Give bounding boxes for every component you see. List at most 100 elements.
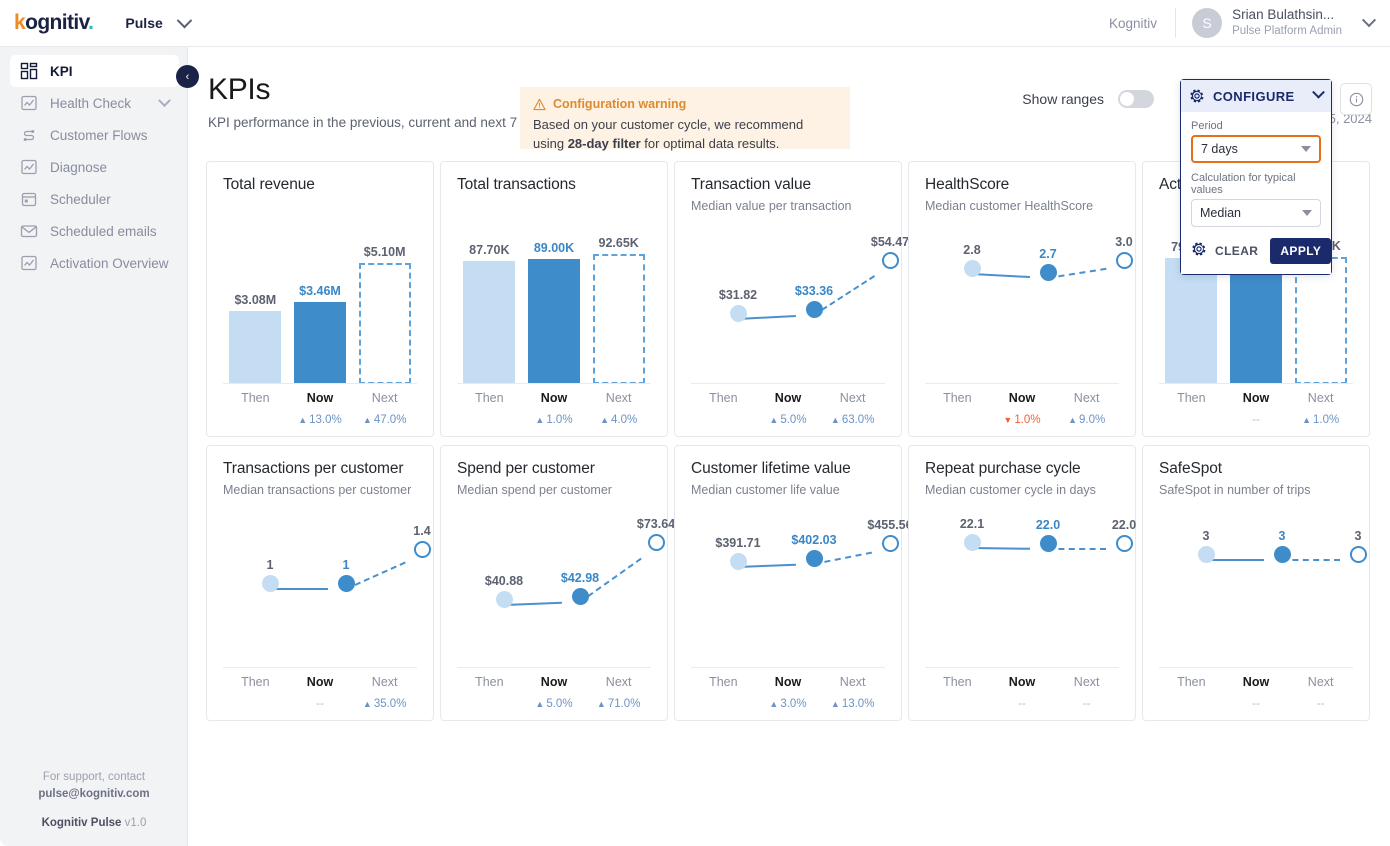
warning-header: Configuration warning: [533, 97, 837, 111]
sidebar-item-scheduled-emails[interactable]: Scheduled emails: [10, 215, 179, 247]
bar-value-label: 92.65K: [598, 236, 639, 250]
configuration-warning: Configuration warning Based on your cust…: [520, 87, 850, 151]
point-value-label: 2.7: [1039, 247, 1057, 261]
delta-value: [457, 698, 522, 720]
kognitiv-logo[interactable]: kognitiv.: [14, 11, 94, 35]
kpi-card[interactable]: Transactions per customer Median transact…: [206, 445, 434, 721]
dot-now: [805, 301, 823, 318]
user-menu[interactable]: S Srian Bulathsin... Pulse Platform Admi…: [1176, 7, 1390, 39]
data-point: 3: [1167, 529, 1245, 563]
configure-header-toggle[interactable]: CONFIGURE: [1181, 80, 1331, 112]
delta-text: 13.0%: [309, 414, 342, 426]
delta-value: ▲ 5.0%: [756, 414, 821, 436]
sidebar-item-label: Activation Overview: [50, 255, 169, 271]
info-button[interactable]: [1340, 83, 1372, 115]
configure-panel: CONFIGURE Period 7 days Calculation for …: [1180, 79, 1332, 275]
kpi-card[interactable]: SafeSpot SafeSpot in number of trips 3 3 3 Th…: [1142, 445, 1370, 721]
triangle-up-icon: ▲: [535, 699, 545, 709]
grid-icon: [20, 62, 38, 80]
delta-value: ▲ 35.0%: [352, 698, 417, 720]
bar-value-label: $3.46M: [299, 284, 341, 298]
data-point: 2.8: [933, 243, 1011, 277]
chevron-down-icon: [1312, 85, 1325, 99]
gear-icon: [1190, 89, 1204, 103]
calendar-icon: [20, 190, 38, 208]
clear-button[interactable]: CLEAR: [1207, 239, 1266, 263]
kpi-card[interactable]: Spend per customer Median spend per custo…: [440, 445, 675, 721]
chart-clipboard-icon: [20, 158, 38, 176]
point-value-label: 3: [1278, 529, 1286, 543]
kpi-card[interactable]: Repeat purchase cycle Median customer cyc…: [908, 445, 1136, 721]
settings-gear-icon[interactable]: [1191, 241, 1207, 262]
sidebar-collapse-button[interactable]: ‹: [176, 65, 199, 88]
delta-value: ▲ 1.0%: [1288, 414, 1353, 436]
delta-value: ▲ 63.0%: [820, 414, 885, 436]
line-series: $40.88 $42.98 $73.64: [457, 478, 675, 668]
kpi-card[interactable]: Total revenue $3.08M $3.46M $5.10M Then Now Ne…: [206, 161, 434, 437]
kpi-card[interactable]: Transaction value Median value per transa…: [674, 161, 909, 437]
period-select[interactable]: 7 days: [1191, 135, 1321, 163]
kpi-card[interactable]: Customer lifetime value Median customer l…: [674, 445, 913, 721]
period-value: 7 days: [1201, 142, 1238, 156]
delta-text: 1.0%: [546, 414, 573, 426]
support-email[interactable]: pulse@kognitiv.com: [38, 788, 149, 800]
delta-value: --: [1252, 414, 1260, 426]
top-bar-right: Kognitiv S Srian Bulathsin... Pulse Plat…: [1109, 0, 1390, 46]
point-value-label: $40.88: [484, 574, 524, 588]
point-value-label: 1.4: [413, 524, 431, 538]
data-point: 1: [231, 558, 309, 592]
apply-button[interactable]: APPLY: [1270, 238, 1332, 264]
sidebar-item-label: Scheduler: [50, 191, 111, 207]
bar-next: [1294, 257, 1347, 384]
chevron-down-icon: [176, 12, 193, 28]
delta-value: ▲ 13.0%: [820, 698, 885, 720]
dropdown-caret-icon: [1301, 146, 1311, 152]
dot-then: [1197, 546, 1215, 563]
tenant-name: Kognitiv: [1109, 15, 1158, 31]
point-value-label: 3: [1202, 529, 1210, 543]
bar-next: [358, 263, 411, 384]
triangle-up-icon: ▲: [298, 415, 308, 425]
warning-body-suffix: for optimal data results.: [640, 135, 780, 151]
period-label: Period: [1191, 120, 1223, 132]
calculation-select[interactable]: Median: [1191, 199, 1321, 227]
sidebar-item-label: Diagnose: [50, 159, 108, 175]
show-ranges-toggle[interactable]: [1118, 90, 1154, 108]
sidebar-item-customer-flows[interactable]: Customer Flows: [10, 119, 179, 151]
delta-row: ▲ 5.0% ▲ 71.0%: [457, 698, 651, 720]
user-name: Srian Bulathsin...: [1232, 7, 1335, 23]
chevron-down-icon[interactable]: [158, 93, 171, 107]
kpi-card-title: SafeSpot: [1159, 460, 1222, 477]
configure-body: Period 7 days Calculation for typical va…: [1181, 112, 1332, 274]
kpi-card[interactable]: HealthScore Median customer HealthScore 2.…: [908, 161, 1136, 437]
point-value-label: $33.36: [794, 284, 834, 298]
sidebar-item-diagnose[interactable]: Diagnose: [10, 151, 179, 183]
product-name: Kognitiv Pulse: [41, 817, 122, 830]
calculation-value: Median: [1200, 206, 1241, 220]
bar-then: [1165, 258, 1218, 384]
support-line: For support, contact: [42, 770, 146, 783]
triangle-up-icon: ▲: [600, 415, 609, 425]
mail-icon: [20, 222, 38, 240]
sidebar-item-activation-overview[interactable]: Activation Overview: [10, 247, 179, 279]
dot-now: [805, 550, 823, 567]
delta-text: 1.0%: [1313, 414, 1340, 426]
kpi-chart: 3 3 3 Then Now Next -- --: [1159, 497, 1367, 720]
data-point: $33.36: [775, 284, 853, 318]
kpi-chart: $31.82 $33.36 $54.47 Then Now Next ▲ 5.0% ▲ 63.0%: [691, 213, 909, 436]
sidebar-nav: KPI Health Check Customer Flows Diagnose…: [0, 47, 187, 279]
bar-value-label: $3.08M: [234, 293, 277, 307]
point-value-label: $455.56: [867, 518, 913, 532]
delta-value: ▼ 1.0%: [990, 414, 1055, 436]
info-icon: [1349, 92, 1363, 106]
sidebar-footer: For support, contact pulse@kognitiv.com …: [0, 769, 188, 832]
delta-row: -- --: [925, 698, 1119, 720]
delta-value: [1159, 698, 1224, 720]
sidebar-item-kpi[interactable]: KPI: [10, 55, 179, 87]
sidebar-item-scheduler[interactable]: Scheduler: [10, 183, 179, 215]
kpi-card[interactable]: Total transactions 87.70K 89.00K 92.65K Then…: [440, 161, 668, 437]
sidebar-item-health-check[interactable]: Health Check: [10, 87, 179, 119]
warning-body-bold: 28-day filter: [567, 135, 641, 151]
delta-text: 4.0%: [611, 414, 638, 426]
app-switcher[interactable]: Pulse: [125, 12, 193, 31]
